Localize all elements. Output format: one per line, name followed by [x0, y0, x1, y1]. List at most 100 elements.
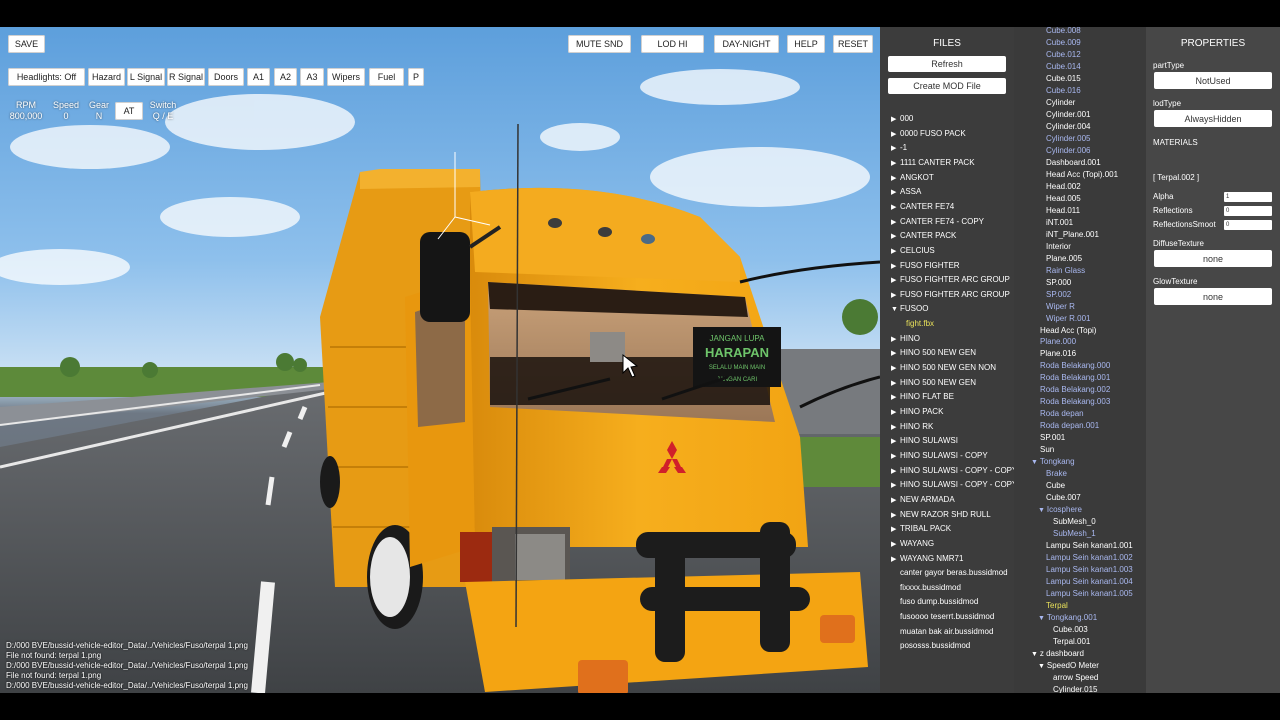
- hierarchy-node[interactable]: ▼ Tongkang: [1031, 457, 1075, 468]
- hierarchy-node[interactable]: Lampu Sein kanan1.001: [1046, 541, 1133, 551]
- hierarchy-node[interactable]: Cylinder: [1046, 98, 1075, 108]
- hierarchy-node[interactable]: Cylinder.001: [1046, 110, 1090, 120]
- hierarchy-node[interactable]: Cylinder.004: [1046, 122, 1090, 132]
- hierarchy-node[interactable]: Dashboard.001: [1046, 158, 1101, 168]
- hierarchy-node[interactable]: SP.000: [1046, 278, 1071, 288]
- hierarchy-node[interactable]: Cylinder.006: [1046, 146, 1090, 156]
- hierarchy-node[interactable]: ▼ Icosphere: [1038, 505, 1082, 516]
- a3-button[interactable]: A3: [300, 68, 324, 86]
- file-item[interactable]: ▶ HINO FLAT BE: [891, 392, 954, 403]
- a1-button[interactable]: A1: [247, 68, 270, 86]
- hierarchy-node[interactable]: Brake: [1046, 469, 1067, 479]
- file-item[interactable]: ▶ 000: [891, 114, 913, 125]
- reflections-input[interactable]: 0: [1224, 206, 1272, 216]
- chevron-right-icon[interactable]: ▶: [891, 174, 900, 184]
- file-item[interactable]: muatan bak air.bussidmod: [891, 627, 993, 637]
- hierarchy-node[interactable]: Wiper R.001: [1046, 314, 1090, 324]
- chevron-right-icon[interactable]: ▶: [891, 291, 900, 301]
- hierarchy-node[interactable]: ▼ Tongkang.001: [1038, 613, 1097, 624]
- chevron-right-icon[interactable]: ▶: [891, 437, 900, 447]
- chevron-down-icon[interactable]: ▼: [1031, 459, 1040, 466]
- file-item[interactable]: ▶ 0000 FUSO PACK: [891, 129, 966, 140]
- chevron-right-icon[interactable]: ▶: [891, 218, 900, 228]
- hierarchy-node[interactable]: ▼ z dashboard: [1031, 649, 1084, 660]
- hierarchy-node[interactable]: SP.002: [1046, 290, 1071, 300]
- parking-button[interactable]: P: [408, 68, 424, 86]
- a2-button[interactable]: A2: [274, 68, 297, 86]
- chevron-right-icon[interactable]: ▶: [891, 481, 900, 491]
- file-item[interactable]: ▶ HINO SULAWSI: [891, 436, 958, 447]
- chevron-right-icon[interactable]: ▶: [891, 496, 900, 506]
- hierarchy-node[interactable]: Plane.016: [1040, 349, 1076, 359]
- hierarchy-node[interactable]: Lampu Sein kanan1.004: [1046, 577, 1133, 587]
- hierarchy-node[interactable]: Terpal: [1046, 601, 1068, 611]
- file-item[interactable]: fight.fbx: [906, 319, 934, 329]
- chevron-down-icon[interactable]: ▼: [1031, 651, 1040, 658]
- chevron-right-icon[interactable]: ▶: [891, 262, 900, 272]
- hierarchy-node[interactable]: Plane.005: [1046, 254, 1082, 264]
- hierarchy-node[interactable]: Interior: [1046, 242, 1071, 252]
- hierarchy-node[interactable]: Lampu Sein kanan1.003: [1046, 565, 1133, 575]
- chevron-right-icon[interactable]: ▶: [891, 511, 900, 521]
- chevron-right-icon[interactable]: ▶: [891, 130, 900, 140]
- hierarchy-node[interactable]: Cube.003: [1053, 625, 1088, 635]
- right-signal-button[interactable]: R Signal: [167, 68, 205, 86]
- hierarchy-node[interactable]: Cylinder.015: [1053, 685, 1097, 693]
- chevron-right-icon[interactable]: ▶: [891, 349, 900, 359]
- file-item[interactable]: ▶ NEW RAZOR SHD RULL: [891, 510, 991, 521]
- hierarchy-node[interactable]: Roda depan.001: [1040, 421, 1099, 431]
- chevron-right-icon[interactable]: ▶: [891, 408, 900, 418]
- hierarchy-node[interactable]: Terpal.001: [1053, 637, 1090, 647]
- hierarchy-node[interactable]: Roda Belakang.001: [1040, 373, 1110, 383]
- hierarchy-node[interactable]: Roda Belakang.002: [1040, 385, 1110, 395]
- file-item[interactable]: ▼ FUSOO: [891, 304, 928, 315]
- hierarchy-node[interactable]: Cube.016: [1046, 86, 1081, 96]
- hierarchy-node[interactable]: Head.011: [1046, 206, 1080, 216]
- reflections-smooth-input[interactable]: 0: [1224, 220, 1272, 230]
- file-item[interactable]: ▶ HINO SULAWSI - COPY - COPY: [891, 466, 1014, 477]
- hierarchy-node[interactable]: Head.002: [1046, 182, 1081, 192]
- chevron-right-icon[interactable]: ▶: [891, 144, 900, 154]
- lod-type-dropdown[interactable]: AlwaysHidden: [1154, 110, 1272, 127]
- file-item[interactable]: ▶ HINO: [891, 334, 920, 345]
- glow-texture-field[interactable]: none: [1154, 288, 1272, 305]
- file-item[interactable]: pososss.bussidmod: [891, 641, 970, 651]
- chevron-right-icon[interactable]: ▶: [891, 423, 900, 433]
- file-item[interactable]: ▶ ANGKOT: [891, 173, 934, 184]
- hierarchy-node[interactable]: SubMesh_0: [1053, 517, 1096, 527]
- chevron-right-icon[interactable]: ▶: [891, 232, 900, 242]
- chevron-right-icon[interactable]: ▶: [891, 247, 900, 257]
- mute-sound-button[interactable]: MUTE SND: [568, 35, 631, 53]
- file-item[interactable]: ▶ CELCIUS: [891, 246, 935, 257]
- file-item[interactable]: ▶ HINO RK: [891, 422, 933, 433]
- file-item[interactable]: ▶ -1: [891, 143, 907, 154]
- chevron-right-icon[interactable]: ▶: [891, 276, 900, 286]
- hierarchy-node[interactable]: SubMesh_1: [1053, 529, 1096, 539]
- file-item[interactable]: ▶ FUSO FIGHTER: [891, 261, 960, 272]
- wipers-button[interactable]: Wipers: [327, 68, 365, 86]
- hierarchy-node[interactable]: iNT.001: [1046, 218, 1073, 228]
- hierarchy-node[interactable]: Head.005: [1046, 194, 1081, 204]
- doors-button[interactable]: Doors: [208, 68, 244, 86]
- file-item[interactable]: fixxxx.bussidmod: [891, 583, 961, 593]
- chevron-right-icon[interactable]: ▶: [891, 393, 900, 403]
- chevron-down-icon[interactable]: ▼: [891, 305, 900, 315]
- file-item[interactable]: ▶ HINO SULAWSI - COPY - COPY: [891, 480, 1014, 491]
- hierarchy-node[interactable]: Head Acc (Topi).001: [1046, 170, 1118, 180]
- file-item[interactable]: ▶ CANTER FE74 - COPY: [891, 217, 984, 228]
- file-item[interactable]: canter gayor beras.bussidmod: [891, 568, 1008, 578]
- file-item[interactable]: fuso dump.bussidmod: [891, 597, 978, 607]
- file-item[interactable]: fusoooo teserrt.bussidmod: [891, 612, 994, 622]
- save-button[interactable]: SAVE: [8, 35, 45, 53]
- chevron-right-icon[interactable]: ▶: [891, 115, 900, 125]
- file-item[interactable]: ▶ WAYANG: [891, 539, 934, 550]
- hierarchy-node[interactable]: SP.001: [1040, 433, 1065, 443]
- file-item[interactable]: ▶ WAYANG NMR71: [891, 554, 963, 565]
- left-signal-button[interactable]: L Signal: [127, 68, 165, 86]
- hierarchy-node[interactable]: Head Acc (Topi): [1040, 326, 1096, 336]
- hierarchy-node[interactable]: Cube: [1046, 481, 1065, 491]
- chevron-right-icon[interactable]: ▶: [891, 203, 900, 213]
- file-item[interactable]: ▶ ASSA: [891, 187, 921, 198]
- file-item[interactable]: ▶ NEW ARMADA: [891, 495, 955, 506]
- hierarchy-node[interactable]: Cube.015: [1046, 74, 1081, 84]
